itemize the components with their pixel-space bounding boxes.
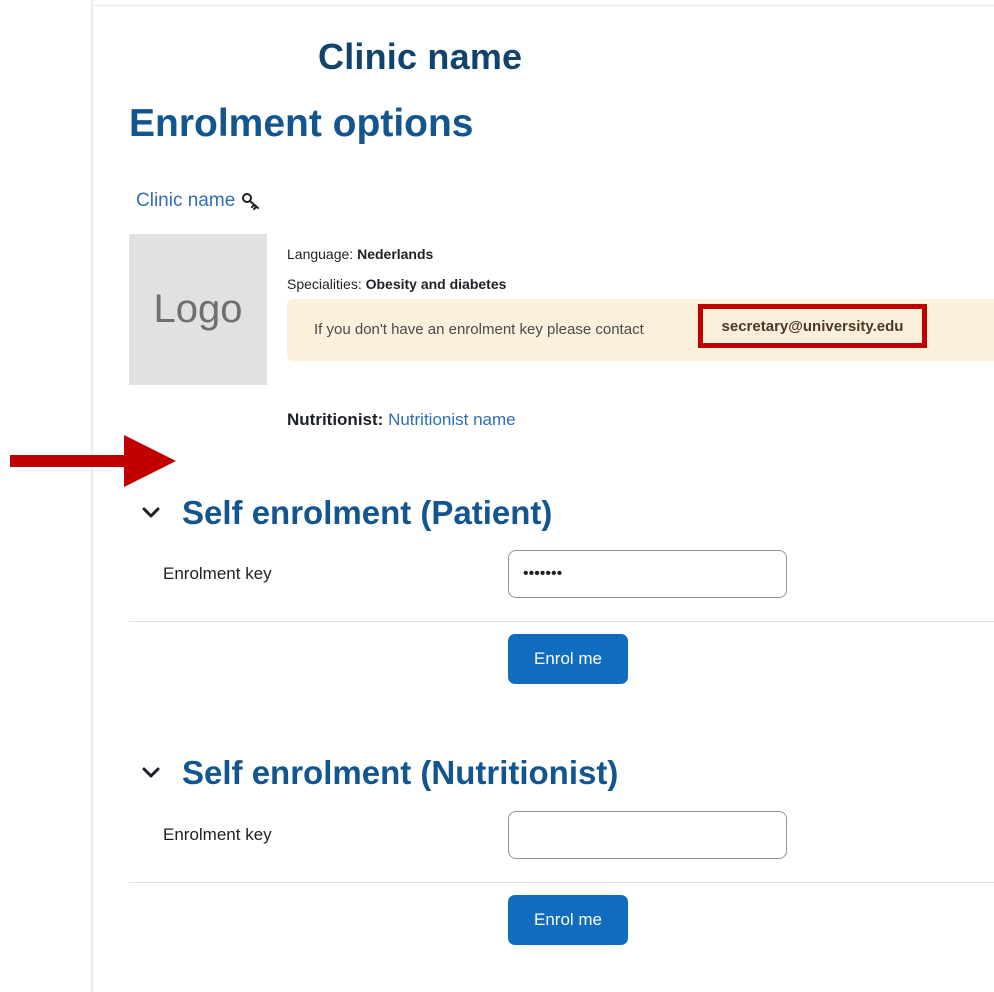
notice-email-highlight: secretary@university.edu [698,304,927,348]
nutritionist-enrolment-key-input[interactable] [508,811,787,859]
section-title-label: Self enrolment (Patient) [182,494,553,531]
enrolment-key-label: Enrolment key [163,564,272,583]
section-title-patient[interactable]: Self enrolment (Patient) [140,494,552,532]
course-link[interactable]: Clinic name [136,190,261,212]
patient-enrolment-key-input[interactable] [508,550,787,598]
arrow-right-icon [10,435,176,487]
nutritionist-link[interactable]: Nutritionist name [388,410,516,429]
notice-text: If you don't have an enrolment key pleas… [314,321,644,338]
specialities-row: Specialities: Obesity and diabetes [287,276,506,292]
specialities-label: Specialities: [287,276,362,292]
enrolment-key-label: Enrolment key [163,825,272,844]
patient-enrol-button[interactable]: Enrol me [508,634,628,684]
logo-text: Logo [153,287,243,331]
page-title: Enrolment options [129,102,474,145]
nutritionist-enrol-button[interactable]: Enrol me [508,895,628,945]
key-icon [242,193,260,210]
section-title-label: Self enrolment (Nutritionist) [182,754,619,791]
nutritionist-label: Nutritionist: [287,410,384,429]
section-divider [129,621,994,622]
notice-email[interactable]: secretary@university.edu [722,318,904,335]
section-divider [129,882,994,883]
section-title-nutritionist[interactable]: Self enrolment (Nutritionist) [140,754,618,792]
chevron-down-icon[interactable] [140,502,162,524]
clinic-header-title: Clinic name [318,36,523,77]
chevron-down-icon[interactable] [140,762,162,784]
course-link-label: Clinic name [136,190,236,211]
enrolment-notice: If you don't have an enrolment key pleas… [287,299,994,361]
language-value: Nederlands [357,246,434,262]
language-label: Language: [287,246,354,262]
specialities-value: Obesity and diabetes [365,276,507,292]
nutritionist-row: Nutritionist: Nutritionist name [287,410,516,430]
language-row: Language: Nederlands [287,246,433,262]
course-logo: Logo [129,234,267,385]
page-top-border [91,5,994,6]
page-left-border [91,0,93,992]
